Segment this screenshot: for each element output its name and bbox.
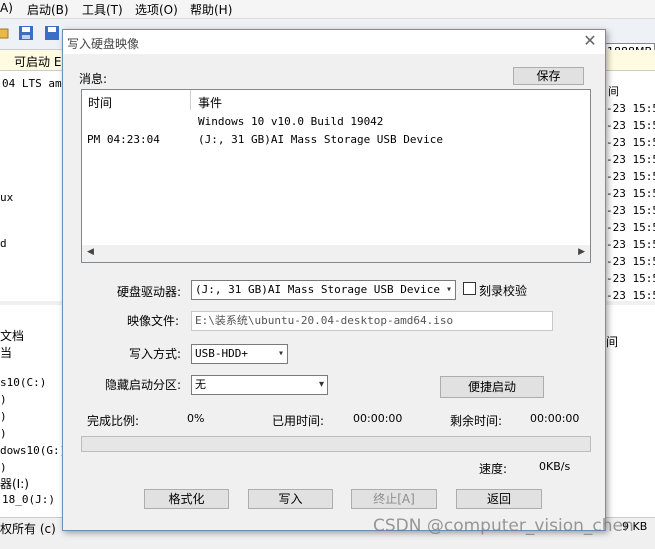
back-button[interactable]: 返回 (456, 489, 542, 509)
elapsed-value: 00:00:00 (353, 412, 403, 425)
chevron-down-icon: ▾ (445, 284, 452, 295)
bg-file-list-left: 04 LTS amd ux d (0, 71, 68, 301)
speed-label: 速度: (479, 462, 508, 476)
open-icon[interactable] (0, 25, 10, 41)
menu-item-help[interactable]: 帮助(H) (190, 1, 232, 18)
list-item: -23 15:50 (606, 289, 655, 302)
list-item: -23 15:51 (606, 272, 655, 285)
remaining-value: 00:00:00 (530, 412, 580, 425)
format-button[interactable]: 格式化 (144, 489, 229, 509)
horizontal-scrollbar[interactable]: ◀ ▶ (82, 245, 590, 262)
image-file-label: 映像文件: (127, 314, 180, 328)
list-item[interactable]: 04 LTS amd (2, 77, 68, 90)
scroll-right-icon[interactable]: ▶ (578, 247, 585, 257)
abort-button[interactable]: 终止[A] (351, 489, 437, 509)
dialog-title: 写入硬盘映像 (67, 37, 140, 51)
list-item: -23 15:51 (606, 136, 655, 149)
menu-item-boot[interactable]: 启动(B) (27, 1, 69, 18)
tree-item[interactable]: 文档 (0, 327, 24, 344)
tree-item[interactable]: 器(I:) (0, 475, 29, 492)
dialog-title-bar[interactable]: 写入硬盘映像 ✕ (63, 30, 605, 54)
menu-item-tools[interactable]: 工具(T) (82, 1, 123, 18)
watermark-text: CSDN @computer_vision_chen (373, 516, 634, 536)
copyright-text: 权所有 (c) (0, 522, 56, 536)
message-log[interactable]: 时间 事件 Windows 10 v10.0 Build 19042 PM 04… (81, 89, 591, 263)
menu-bar: A) 启动(B) 工具(T) 选项(O) 帮助(H) (0, 0, 655, 19)
save-log-button[interactable]: 保存 (513, 67, 584, 85)
list-item: -23 15:50 (606, 153, 655, 166)
log-col-event[interactable]: 事件 (198, 94, 222, 111)
hidden-partition-value: 无 (195, 378, 206, 391)
tree-item[interactable]: ) (0, 461, 7, 474)
list-item: -23 15:51 (606, 221, 655, 234)
list-item: -23 15:50 (606, 187, 655, 200)
log-time: PM 04:23:04 (87, 133, 160, 146)
close-icon[interactable]: ✕ (581, 32, 599, 50)
write-method-label: 写入方式: (129, 347, 182, 361)
column-header-time: 间 (608, 85, 619, 98)
done-value: 0% (187, 412, 205, 425)
scroll-left-icon[interactable]: ◀ (87, 247, 94, 257)
bg-file-list-right: 间 -23 15:51 -23 15:51 -23 15:51 -23 15:5… (606, 71, 655, 302)
write-method-value: USB-HDD+ (195, 347, 248, 360)
tree-item[interactable]: ) (0, 393, 7, 406)
tree-item[interactable]: 18_0(J:) (2, 493, 55, 506)
write-method-select[interactable]: USB-HDD+ ▾ (191, 344, 288, 364)
list-item: -23 15:51 (606, 170, 655, 183)
save-icon[interactable] (18, 25, 34, 41)
list-item[interactable]: d (0, 237, 7, 250)
list-item: -23 15:51 (606, 102, 655, 115)
image-file-field[interactable]: E:\装系统\ubuntu-20.04-desktop-amd64.iso (191, 311, 553, 331)
drive-label: 硬盘驱动器: (117, 285, 182, 299)
write-disk-image-dialog: 写入硬盘映像 ✕ 消息: 保存 时间 事件 Windows 10 v10.0 B… (62, 29, 606, 531)
column-separator[interactable] (190, 90, 191, 110)
speed-value: 0KB/s (539, 460, 571, 473)
tree-item[interactable]: dows10(G:) (0, 444, 66, 457)
hidden-partition-select[interactable]: 无 ▾ (191, 375, 328, 395)
log-event: (J:, 31 GB)AI Mass Storage USB Device (198, 133, 444, 146)
messages-label: 消息: (79, 72, 108, 86)
done-label: 完成比例: (87, 414, 140, 428)
chevron-down-icon: ▾ (318, 379, 324, 390)
chevron-down-icon: ▾ (277, 348, 284, 359)
log-event: Windows 10 v10.0 Build 19042 (198, 115, 384, 128)
list-item: -23 15:51 (606, 204, 655, 217)
list-item: -23 15:51 (606, 119, 655, 132)
elapsed-label: 已用时间: (272, 414, 325, 428)
list-item: -23 15:50 (606, 238, 655, 251)
progress-bar (81, 436, 591, 452)
remaining-label: 剩余时间: (450, 414, 503, 428)
list-item[interactable]: ux (0, 191, 13, 204)
menu-item-options[interactable]: 选项(O) (135, 1, 178, 18)
bg-folder-tree: 文档 当 s10(C:) ) ) ) dows10(G:) ) 器(I:) 18… (0, 305, 66, 517)
menu-item[interactable]: A) (0, 1, 13, 15)
tree-item[interactable]: s10(C:) (0, 376, 46, 389)
quick-boot-button[interactable]: 便捷启动 (440, 376, 544, 398)
log-col-time[interactable]: 时间 (88, 94, 112, 111)
boot-info-text: 可启动 E (14, 55, 62, 69)
tree-item[interactable]: ) (0, 427, 7, 440)
verify-checkbox[interactable] (463, 282, 476, 295)
hidden-partition-label: 隐藏启动分区: (105, 378, 182, 392)
tree-item[interactable]: ) (0, 410, 7, 423)
drive-select[interactable]: (J:, 31 GB)AI Mass Storage USB Device ▾ (191, 280, 456, 300)
verify-label[interactable]: 刻录校验 (479, 282, 527, 299)
drive-select-value: (J:, 31 GB)AI Mass Storage USB Device (195, 283, 441, 296)
save-as-icon[interactable] (44, 25, 60, 41)
bg-file-list-bottom-right: 间 (606, 305, 655, 517)
tree-item[interactable]: 当 (0, 344, 12, 361)
list-item: -23 15:50 (606, 255, 655, 268)
log-header: 时间 事件 (82, 90, 590, 112)
column-header-time: 间 (606, 335, 619, 349)
write-button[interactable]: 写入 (248, 489, 333, 509)
